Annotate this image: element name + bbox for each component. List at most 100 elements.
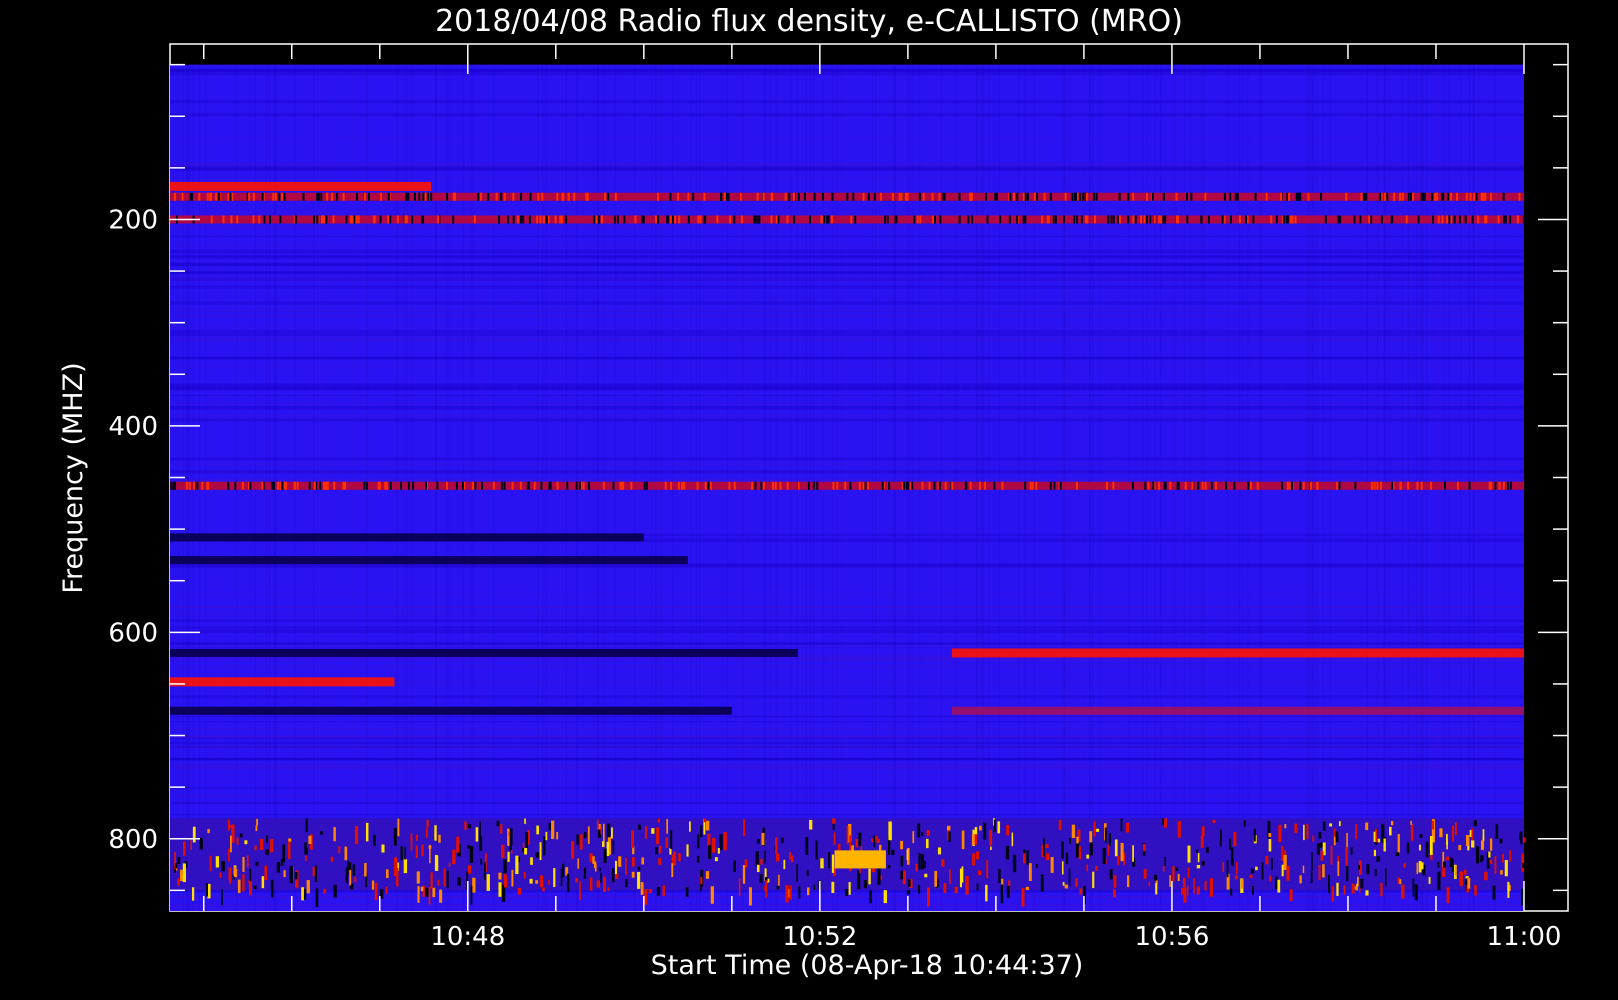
feature-band-speckle — [844, 481, 847, 490]
feature-noise-streak — [1250, 868, 1255, 874]
feature-band-speckle — [547, 215, 550, 224]
feature-noise-streak — [1358, 864, 1361, 870]
feature-band-speckle — [771, 192, 774, 201]
feature-noise-streak — [479, 836, 483, 851]
feature-band-speckle — [1075, 481, 1078, 490]
feature-noise-streak — [1120, 818, 1123, 832]
feature-band-speckle — [1294, 215, 1297, 224]
feature-noise-streak — [756, 838, 760, 844]
feature-band-speckle — [951, 481, 954, 490]
feature-band-speckle — [1054, 215, 1057, 224]
feature-band-speckle — [227, 192, 230, 201]
feature-band-speckle — [820, 215, 823, 224]
feature-band-speckle — [529, 192, 532, 201]
feature-noise-streak — [1346, 865, 1349, 882]
feature-noise-streak — [259, 838, 264, 850]
feature-band — [170, 181, 432, 191]
feature-noise-streak — [998, 869, 1001, 883]
feature-noise-streak — [926, 830, 930, 836]
feature-band-speckle — [1280, 192, 1283, 201]
feature-band-speckle — [643, 481, 646, 490]
feature-noise-streak — [1346, 832, 1348, 848]
feature-band-speckle — [862, 192, 865, 201]
feature-noise-streak — [287, 841, 291, 860]
feature-band-speckle — [545, 215, 548, 224]
feature-noise-streak — [1230, 847, 1234, 866]
feature-noise-streak — [1025, 886, 1029, 891]
feature-noise-streak — [469, 845, 474, 863]
feature-band-speckle — [1245, 215, 1248, 224]
feature-band-speckle — [879, 192, 882, 201]
feature-band-speckle — [677, 481, 680, 490]
feature-band-speckle — [363, 192, 366, 201]
feature-noise-streak — [1403, 863, 1406, 868]
feature-noise-streak — [1012, 854, 1017, 873]
feature-noise-streak — [924, 860, 926, 869]
feature-band-speckle — [193, 481, 196, 490]
feature-noise-streak — [1068, 868, 1071, 886]
feature-noise-streak — [470, 885, 473, 905]
feature-band-speckle — [353, 215, 356, 224]
feature-noise-streak — [498, 882, 502, 897]
feature-band-speckle — [479, 192, 482, 201]
feature-band-speckle — [1450, 192, 1453, 201]
feature-noise-streak — [249, 881, 252, 896]
feature-noise-streak — [785, 885, 789, 903]
feature-noise-streak — [983, 822, 987, 840]
feature-noise-streak — [1283, 854, 1287, 871]
feature-band-speckle — [313, 481, 316, 490]
feature-band-speckle — [1140, 215, 1143, 224]
feature-band-speckle — [1158, 481, 1161, 490]
feature-noise-streak — [417, 886, 420, 903]
feature-noise-streak — [228, 867, 232, 880]
feature-noise-streak — [651, 828, 655, 834]
feature-band-speckle — [1092, 192, 1095, 201]
feature-band-speckle — [697, 215, 700, 224]
feature-noise-streak — [671, 863, 674, 878]
feature-noise-streak — [1469, 829, 1472, 838]
feature-band-speckle — [1373, 481, 1376, 490]
feature-noise-streak — [1389, 826, 1392, 836]
feature-noise-streak — [511, 869, 514, 887]
feature-band-speckle — [1523, 215, 1526, 224]
feature-noise-streak — [1148, 881, 1151, 887]
feature-band-speckle — [477, 192, 480, 201]
feature-band-speckle — [379, 215, 382, 224]
feature-noise-streak — [975, 851, 979, 860]
feature-band-speckle — [471, 481, 474, 490]
feature-band-speckle — [325, 481, 328, 490]
feature-noise-streak — [858, 832, 862, 847]
feature-band-speckle — [1464, 215, 1467, 224]
feature-noise-streak — [1093, 821, 1096, 837]
feature-band-speckle — [1143, 215, 1146, 224]
feature-band-speckle — [1223, 192, 1226, 201]
feature-band-speckle — [1214, 481, 1217, 490]
feature-noise-streak — [500, 824, 503, 834]
feature-noise-streak — [354, 826, 359, 845]
feature-noise-streak — [1451, 858, 1454, 872]
feature-band-speckle — [396, 215, 399, 224]
feature-noise-streak — [1306, 823, 1309, 840]
feature-noise-streak — [703, 818, 707, 823]
feature-band-speckle — [918, 192, 921, 201]
feature-noise-streak — [625, 857, 627, 876]
feature-band-speckle — [823, 215, 826, 224]
feature-band-speckle — [1158, 215, 1161, 224]
feature-noise-streak — [831, 854, 835, 873]
feature-band-speckle — [279, 481, 282, 490]
feature-noise-streak — [1040, 874, 1044, 892]
feature-band-speckle — [1490, 481, 1493, 490]
feature-band — [170, 215, 1524, 224]
feature-band-speckle — [1229, 215, 1232, 224]
feature-band-speckle — [612, 481, 615, 490]
feature-band-speckle — [345, 215, 348, 224]
feature-band-speckle — [1238, 215, 1241, 224]
feature-noise-streak — [888, 821, 892, 841]
feature-noise-streak — [979, 825, 982, 831]
feature-noise-streak — [1089, 842, 1093, 856]
feature-band-speckle — [271, 481, 274, 490]
feature-noise-streak — [948, 831, 951, 842]
feature-band-speckle — [283, 192, 286, 201]
feature-band-speckle — [1422, 192, 1425, 201]
feature-noise-streak — [1345, 847, 1348, 866]
